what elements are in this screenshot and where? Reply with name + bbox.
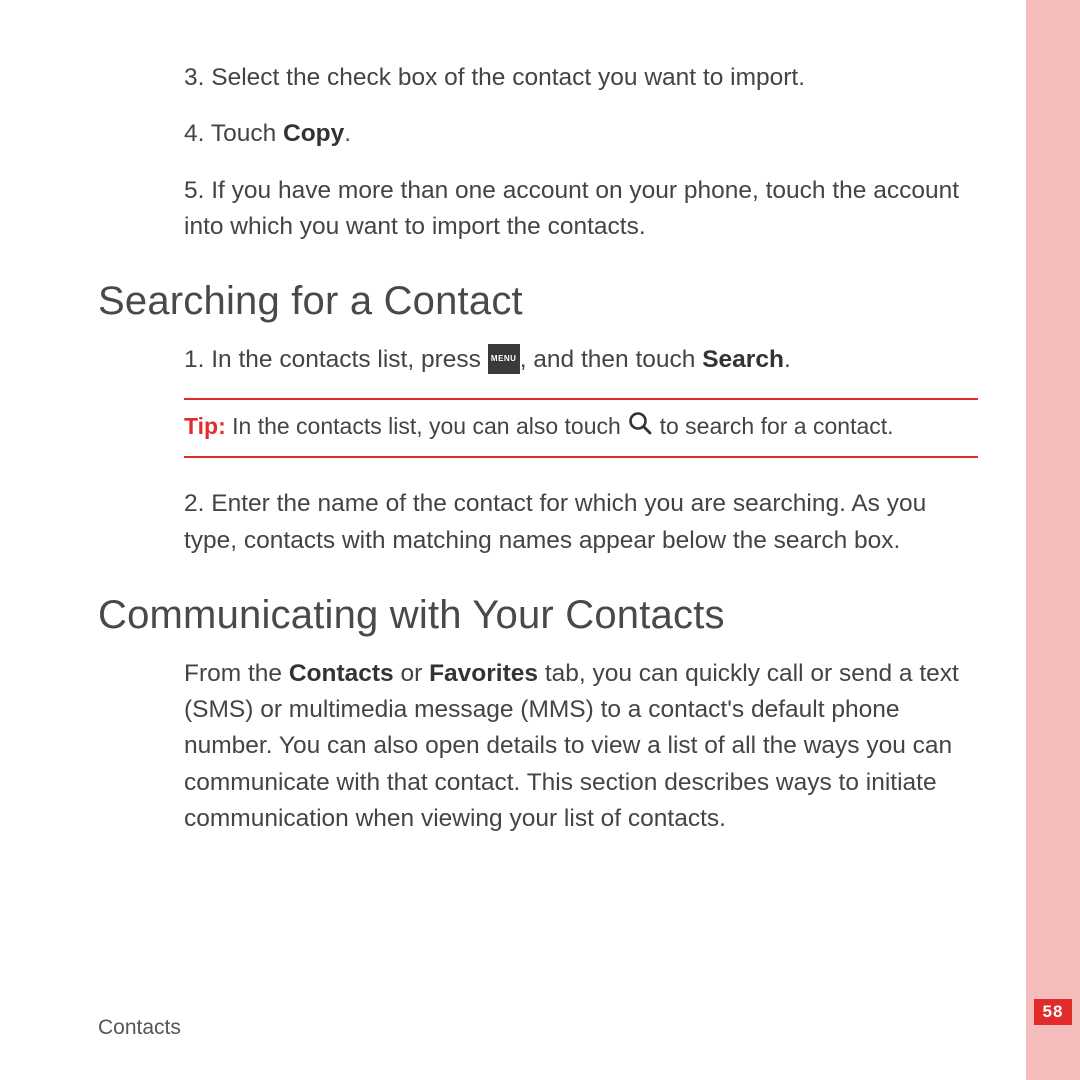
tip-text-post: to search for a contact. bbox=[653, 413, 893, 439]
step-text-end: . bbox=[784, 346, 791, 373]
step-text-post: , and then touch bbox=[520, 346, 703, 373]
communicating-paragraph: From the Contacts or Favorites tab, you … bbox=[98, 656, 978, 837]
search-step-1: 1. In the contacts list, press MENU, and… bbox=[98, 342, 978, 378]
step-number: 5. bbox=[184, 177, 204, 204]
step-number: 1. bbox=[184, 346, 204, 373]
step-number: 3. bbox=[184, 64, 204, 91]
step-text: Enter the name of the contact for which … bbox=[184, 490, 926, 553]
page-number-badge: 58 bbox=[1034, 999, 1072, 1025]
menu-icon: MENU bbox=[488, 344, 520, 374]
heading-searching: Searching for a Contact bbox=[98, 279, 978, 324]
tip-box: Tip: In the contacts list, you can also … bbox=[184, 398, 978, 458]
step-5: 5. If you have more than one account on … bbox=[98, 173, 978, 246]
step-text-pre: In the contacts list, press bbox=[211, 346, 487, 373]
tip-text-pre: In the contacts list, you can also touch bbox=[226, 413, 627, 439]
tip-label: Tip: bbox=[184, 413, 226, 439]
step-text-post: . bbox=[344, 120, 351, 147]
step-text-pre: Touch bbox=[211, 120, 283, 147]
para-bold-contacts: Contacts bbox=[289, 660, 394, 687]
para-pre: From the bbox=[184, 660, 289, 687]
search-step-2: 2. Enter the name of the contact for whi… bbox=[98, 486, 978, 559]
step-text-bold: Search bbox=[702, 346, 784, 373]
footer-section-label: Contacts bbox=[98, 1016, 181, 1040]
search-icon bbox=[627, 410, 653, 442]
page-content: 3. Select the check box of the contact y… bbox=[98, 60, 978, 837]
step-number: 2. bbox=[184, 490, 204, 517]
para-bold-favorites: Favorites bbox=[429, 660, 538, 687]
step-3: 3. Select the check box of the contact y… bbox=[98, 60, 978, 96]
page-number: 58 bbox=[1043, 1002, 1064, 1022]
step-4: 4. Touch Copy. bbox=[98, 116, 978, 152]
step-text-bold: Copy bbox=[283, 120, 344, 147]
heading-communicating: Communicating with Your Contacts bbox=[98, 593, 978, 638]
para-mid1: or bbox=[394, 660, 429, 687]
step-number: 4. bbox=[184, 120, 204, 147]
step-text: If you have more than one account on you… bbox=[184, 177, 959, 240]
side-margin-bar bbox=[1026, 0, 1080, 1080]
step-text: Select the check box of the contact you … bbox=[211, 64, 805, 91]
